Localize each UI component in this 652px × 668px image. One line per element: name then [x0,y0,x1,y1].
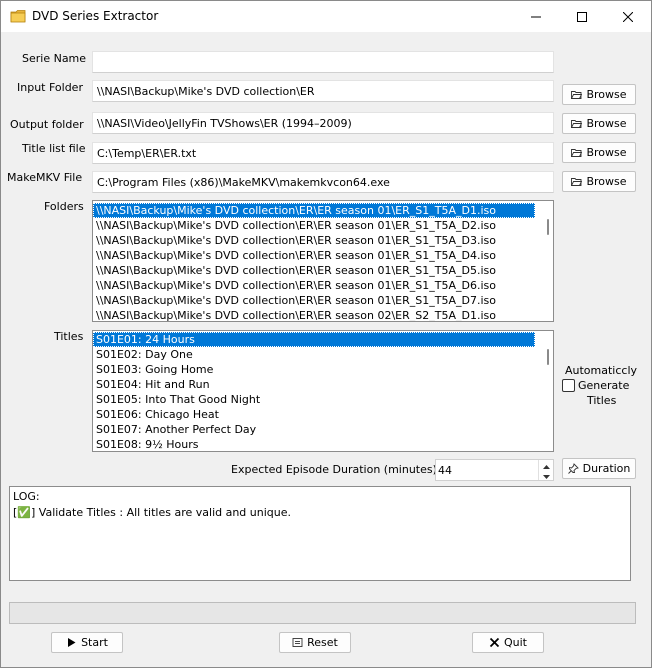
folder-open-icon [571,147,583,158]
makemkv-input[interactable]: C:\Program Files (x86)\MakeMKV\makemkvco… [92,171,554,193]
browse-button-label: Browse [586,117,627,130]
duration-button-label: Duration [582,462,631,475]
list-item[interactable]: S01E05: Into That Good Night [93,392,553,407]
log-textarea[interactable]: LOG: [✅] Validate Titles : All titles ar… [9,486,631,581]
window-title: DVD Series Extractor [32,9,159,23]
list-item[interactable]: S01E01: 24 Hours [93,332,535,347]
title-list-label: Title list file [22,142,86,155]
close-icon [623,11,633,22]
serie-name-input[interactable] [92,51,554,73]
x-icon [489,637,500,648]
serie-name-label: Serie Name [22,52,87,65]
titles-scrollbar[interactable] [547,349,549,365]
reset-button[interactable]: Reset [279,632,351,653]
list-item[interactable]: S01E06: Chicago Heat [93,407,553,422]
input-folder-input[interactable]: \\NASI\Backup\Mike's DVD collection\ER [92,80,554,102]
maximize-button[interactable] [559,1,605,32]
makemkv-label: MakeMKV File [7,171,83,184]
browse-button-label: Browse [586,88,627,101]
reset-icon [292,637,303,648]
log-line: [✅] Validate Titles : All titles are val… [13,506,292,519]
folders-scrollbar[interactable] [547,219,549,235]
play-icon [66,637,77,648]
log-line: LOG: [13,490,40,503]
app-icon [10,9,26,23]
duration-button[interactable]: Duration [562,458,636,479]
start-button[interactable]: Start [51,632,123,653]
duration-value: 44 [438,464,452,477]
output-folder-input[interactable]: \\NASI\Video\JellyFin TVShows\ER (1994–2… [92,112,554,134]
list-item[interactable]: \\NASI\Backup\Mike's DVD collection\ER\E… [93,233,553,248]
browse-button-label: Browse [586,175,627,188]
title-list-browse-button[interactable]: Browse [562,142,636,163]
spin-down-button[interactable] [539,470,553,480]
titles-label: Titles [54,330,84,343]
auto-generate-label-line1: Automaticcly [565,364,638,377]
close-button[interactable] [605,1,651,32]
list-item[interactable]: \\NASI\Backup\Mike's DVD collection\ER\E… [93,218,553,233]
arrow-down-icon [542,469,550,482]
folder-open-icon [571,118,583,129]
list-item[interactable]: S01E07: Another Perfect Day [93,422,553,437]
list-item[interactable]: S01E02: Day One [93,347,553,362]
progress-bar [9,602,636,624]
duration-label: Expected Episode Duration (minutes) [231,463,437,476]
minimize-button[interactable] [513,1,559,32]
title-bar[interactable]: DVD Series Extractor [1,1,651,32]
app-window: DVD Series Extractor Serie Name Input Fo… [0,0,652,668]
title-list-input[interactable]: C:\Temp\ER\ER.txt [92,142,554,164]
list-item[interactable]: S01E03: Going Home [93,362,553,377]
list-item[interactable]: \\NASI\Backup\Mike's DVD collection\ER\E… [93,308,553,321]
list-item[interactable]: S01E08: 9½ Hours [93,437,553,451]
duration-spinbox[interactable]: 44 [435,459,554,481]
input-folder-browse-button[interactable]: Browse [562,84,636,105]
auto-generate-label-line3: Titles [587,394,617,407]
maximize-icon [577,11,587,22]
reset-button-label: Reset [307,636,338,649]
duration-spin-arrows[interactable] [538,460,553,480]
output-folder-browse-button[interactable]: Browse [562,113,636,134]
folders-listbox[interactable]: \\NASI\Backup\Mike's DVD collection\ER\E… [92,200,554,322]
input-folder-label: Input Folder [17,81,83,94]
makemkv-browse-button[interactable]: Browse [562,171,636,192]
browse-button-label: Browse [586,146,627,159]
list-item[interactable]: \\NASI\Backup\Mike's DVD collection\ER\E… [93,263,553,278]
folder-open-icon [571,176,583,187]
folders-label: Folders [44,200,84,213]
auto-generate-label-line2: Generate [578,379,630,392]
titles-listbox[interactable]: S01E01: 24 Hours S01E02: Day One S01E03:… [92,330,554,452]
start-button-label: Start [81,636,108,649]
list-item[interactable]: \\NASI\Backup\Mike's DVD collection\ER\E… [93,203,535,218]
folder-open-icon [571,89,583,100]
output-folder-label: Output folder [10,118,84,131]
minimize-icon [531,12,541,22]
list-item[interactable]: S01E04: Hit and Run [93,377,553,392]
list-item[interactable]: \\NASI\Backup\Mike's DVD collection\ER\E… [93,248,553,263]
auto-generate-checkbox[interactable] [562,379,575,392]
quit-button-label: Quit [504,636,527,649]
quit-button[interactable]: Quit [472,632,544,653]
list-item[interactable]: \\NASI\Backup\Mike's DVD collection\ER\E… [93,293,553,308]
pin-icon [567,463,579,474]
list-item[interactable]: \\NASI\Backup\Mike's DVD collection\ER\E… [93,278,553,293]
